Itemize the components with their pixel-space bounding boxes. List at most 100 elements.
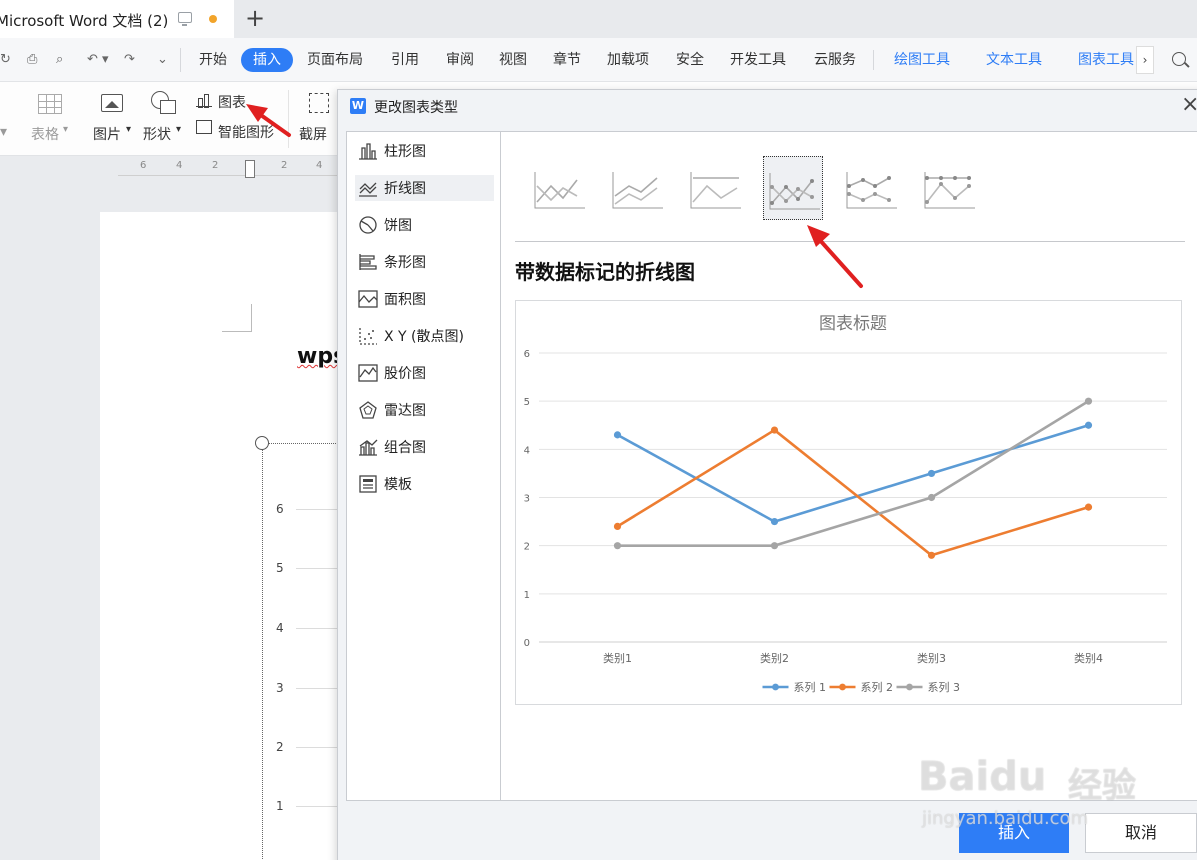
- category-pie-chart[interactable]: 饼图: [355, 212, 494, 238]
- menu-developer-tools[interactable]: 开发工具: [730, 50, 786, 70]
- chart-button-label[interactable]: 图表: [218, 92, 246, 112]
- document-chart-frame[interactable]: [262, 443, 342, 860]
- print-icon[interactable]: ⎙: [27, 53, 37, 67]
- y-tick-label: 5: [524, 397, 530, 408]
- column-chart-icon: [359, 143, 377, 160]
- picture-dropdown-caret[interactable]: ▾: [126, 124, 131, 135]
- document-chart-gridline: [296, 688, 338, 689]
- table-dropdown-caret[interactable]: ▾: [63, 124, 68, 135]
- ruler-tick: 6: [140, 160, 147, 171]
- menu-view[interactable]: 视图: [499, 50, 527, 70]
- resize-handle[interactable]: [255, 436, 269, 450]
- document-tab[interactable]: Microsoft Word 文档 (2): [0, 0, 234, 38]
- close-icon[interactable]: ×: [1181, 92, 1197, 118]
- redo-icon[interactable]: ↷: [124, 53, 135, 67]
- ruler-indent-marker[interactable]: [245, 160, 255, 178]
- ruler-baseline: [118, 175, 338, 176]
- picture-button-label[interactable]: 图片: [93, 124, 121, 144]
- smart-art-icon[interactable]: [196, 120, 212, 134]
- chart-preview: 图表标题 0 1 2 3 4 5 6 类别1 类别2 类别3 类别4 系列 1 系列 2 系列 3: [515, 300, 1182, 705]
- y-tick-label: 2: [524, 542, 530, 553]
- menu-more-chevron-icon[interactable]: ›: [1136, 46, 1154, 74]
- watermark-brand-cn: 经验: [1068, 766, 1136, 806]
- horizontal-ruler[interactable]: 6 4 2 2 4: [118, 157, 338, 179]
- picture-icon[interactable]: [101, 94, 123, 112]
- ruler-tick: 4: [176, 160, 183, 171]
- x-tick-label: 类别3: [917, 651, 946, 665]
- chart-icon[interactable]: [196, 93, 212, 108]
- search-icon[interactable]: [1172, 52, 1186, 66]
- undo-icon[interactable]: ↶ ▾: [87, 53, 109, 67]
- subtype-line[interactable]: [529, 156, 589, 220]
- menu-security[interactable]: 安全: [676, 50, 704, 70]
- shape-dropdown-caret[interactable]: ▾: [176, 124, 181, 135]
- dialog-header[interactable]: W 更改图表类型 ×: [338, 90, 1197, 122]
- category-label: 雷达图: [384, 403, 426, 419]
- scatter-chart-icon: [359, 328, 377, 345]
- document-chart-ytick: 3: [276, 681, 284, 695]
- category-bar-chart[interactable]: 条形图: [355, 249, 494, 275]
- subtype-percent-stacked-line-with-markers[interactable]: [919, 156, 979, 220]
- subtype-stacked-line-with-markers[interactable]: [841, 156, 901, 220]
- menu-start[interactable]: 开始: [199, 50, 227, 70]
- ribbon-dropdown-caret[interactable]: ▾: [0, 124, 7, 140]
- shape-icon[interactable]: [151, 91, 176, 114]
- shape-button-label[interactable]: 形状: [143, 124, 171, 144]
- menu-drawing-tools[interactable]: 绘图工具: [894, 50, 950, 70]
- menu-separator: [873, 50, 874, 70]
- monitor-icon[interactable]: [178, 12, 192, 26]
- category-combo-chart[interactable]: 组合图: [355, 434, 494, 460]
- category-radar-chart[interactable]: 雷达图: [355, 397, 494, 423]
- watermark-brand: Baidu: [918, 754, 1047, 800]
- menu-chapter[interactable]: 章节: [553, 50, 581, 70]
- print-preview-icon[interactable]: ⌕: [56, 53, 63, 67]
- menu-page-layout[interactable]: 页面布局: [307, 50, 363, 70]
- template-icon: [359, 475, 377, 493]
- document-chart-ytick: 2: [276, 740, 284, 754]
- customize-quick-access-icon[interactable]: ⌄: [157, 53, 168, 67]
- category-label: 条形图: [384, 255, 426, 271]
- title-bar: Microsoft Word 文档 (2) +: [0, 0, 1197, 38]
- data-point-marker: [1084, 421, 1093, 429]
- document-chart-ytick: 6: [276, 502, 284, 516]
- menu-text-tools[interactable]: 文本工具: [986, 50, 1042, 70]
- new-tab-plus-icon[interactable]: +: [245, 5, 265, 31]
- category-template[interactable]: 模板: [355, 471, 494, 497]
- screenshot-icon[interactable]: [309, 93, 329, 113]
- preview-chart-svg: 图表标题 0 1 2 3 4 5 6 类别1 类别2 类别3 类别4 系列 1 系列 2 系列 3: [524, 314, 1167, 694]
- subtype-line-with-markers[interactable]: [763, 156, 823, 220]
- menu-chart-tools[interactable]: 图表工具: [1078, 50, 1134, 70]
- menu-references[interactable]: 引用: [391, 50, 419, 70]
- table-icon[interactable]: [38, 94, 62, 114]
- category-line-chart[interactable]: 折线图: [355, 175, 494, 201]
- table-button-label[interactable]: 表格: [31, 124, 59, 144]
- subtype-percent-stacked-line[interactable]: [685, 156, 745, 220]
- document-chart-ytick: 5: [276, 561, 284, 575]
- radar-chart-icon: [359, 401, 377, 419]
- data-point-marker: [613, 431, 622, 439]
- document-chart-gridline: [296, 628, 338, 629]
- screenshot-button-label[interactable]: 截屏: [299, 124, 327, 144]
- category-stock-chart[interactable]: 股价图: [355, 360, 494, 386]
- app-window: Microsoft Word 文档 (2) + ↻ ⎙ ⌕ ↶ ▾ ↷ ⌄ 开始…: [0, 0, 1197, 860]
- y-tick-label: 1: [524, 590, 530, 601]
- category-area-chart[interactable]: 面积图: [355, 286, 494, 312]
- smart-art-button-label[interactable]: 智能图形: [218, 122, 274, 142]
- subtype-stacked-line[interactable]: [607, 156, 667, 220]
- menu-cloud-services[interactable]: 云服务: [814, 50, 856, 70]
- document-chart-ytick: 4: [276, 621, 284, 635]
- category-column-chart[interactable]: 柱形图: [355, 138, 494, 164]
- chart-category-list: 柱形图 折线图 饼图 条形图 面积图 X Y (散点图) 股价图 雷达图 组合图…: [346, 131, 501, 801]
- dialog-title: 更改图表类型: [374, 100, 458, 116]
- menu-addins[interactable]: 加载项: [607, 50, 649, 70]
- menu-bar: ↻ ⎙ ⌕ ↶ ▾ ↷ ⌄ 开始 插入 页面布局 引用 审阅 视图 章节 加载项…: [0, 38, 1197, 82]
- menu-insert[interactable]: 插入: [241, 48, 293, 72]
- y-tick-label: 6: [524, 349, 530, 360]
- menu-review[interactable]: 审阅: [446, 50, 474, 70]
- ruler-tick: 2: [281, 160, 288, 171]
- category-scatter-chart[interactable]: X Y (散点图): [355, 323, 494, 349]
- document-chart-gridline: [296, 747, 338, 748]
- redo-partial-icon[interactable]: ↻: [0, 53, 11, 67]
- data-point-marker: [1084, 503, 1093, 511]
- line-chart-icon: [359, 182, 377, 197]
